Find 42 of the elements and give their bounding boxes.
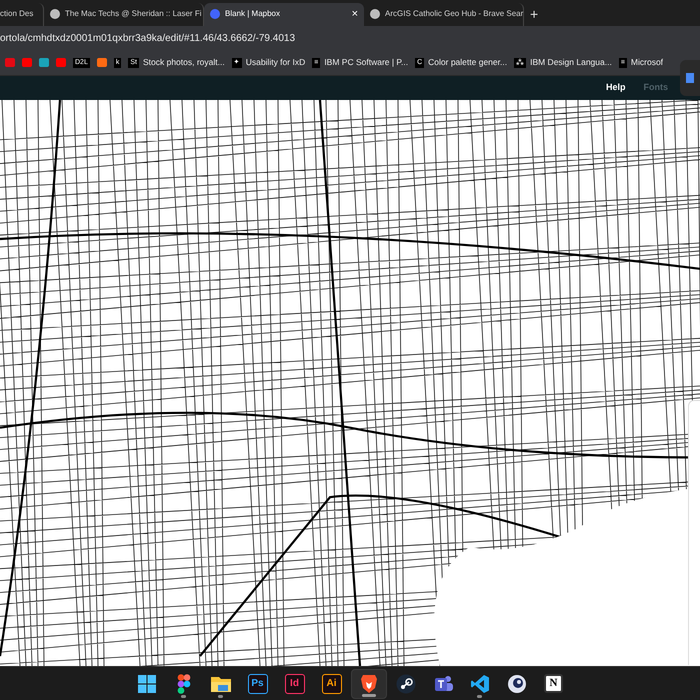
running-indicator xyxy=(477,694,482,698)
tab-title: Blank | Mapbox xyxy=(225,8,281,20)
figma-icon xyxy=(176,674,190,694)
bookmark-icon[interactable] xyxy=(56,58,66,67)
windows-icon xyxy=(136,674,156,694)
notion-icon: N xyxy=(544,674,563,693)
sphere-icon xyxy=(506,674,526,694)
bookmark-icon[interactable] xyxy=(39,58,49,67)
tab-title: ArcGIS Catholic Geo Hub - Brave Sear xyxy=(385,8,524,20)
running-indicator xyxy=(181,694,186,698)
taskbar-button[interactable]: Ai xyxy=(314,668,350,698)
tab-title: The Mac Techs @ Sheridan :: Laser Fi xyxy=(65,8,202,20)
header-link[interactable]: Help xyxy=(606,81,626,95)
taskbar-button[interactable] xyxy=(350,668,386,698)
bookmark-label: Usability for IxD xyxy=(246,56,306,69)
taskbar-button[interactable]: Ps xyxy=(240,668,276,698)
app-icon: Id xyxy=(284,674,304,694)
lion-icon xyxy=(360,674,378,694)
close-tab-button[interactable]: × xyxy=(352,6,358,22)
document-icon xyxy=(686,73,694,83)
bookmark-label: Microsof xyxy=(630,56,664,69)
favicon-icon xyxy=(50,9,60,19)
app-icon: Ai xyxy=(322,674,342,694)
bookmark-label: IBM Design Langua... xyxy=(530,56,612,69)
steam-icon xyxy=(396,674,416,694)
bookmark-icon[interactable] xyxy=(22,58,32,67)
bookmark-label: Color palette gener... xyxy=(428,56,508,69)
bookmark-label: IBM PC Software | P... xyxy=(324,56,408,69)
app-icon: Ps xyxy=(248,674,268,694)
favicon-icon xyxy=(370,9,380,19)
tab-title: ction Des xyxy=(0,8,34,20)
favicon-icon xyxy=(210,9,220,19)
bookmark-icon[interactable] xyxy=(96,58,107,67)
taskbar-button[interactable]: Id xyxy=(276,668,312,698)
running-indicator xyxy=(362,694,376,696)
new-tab-button[interactable]: + xyxy=(530,4,538,24)
bookmark-label: Stock photos, royalt... xyxy=(142,56,225,69)
running-indicator xyxy=(218,694,223,698)
taskbar-button[interactable]: N xyxy=(536,668,572,698)
browser-tab[interactable]: Blank | Mapbox × xyxy=(204,2,364,26)
code-editor-icon xyxy=(470,674,490,694)
folder-icon xyxy=(210,674,232,692)
